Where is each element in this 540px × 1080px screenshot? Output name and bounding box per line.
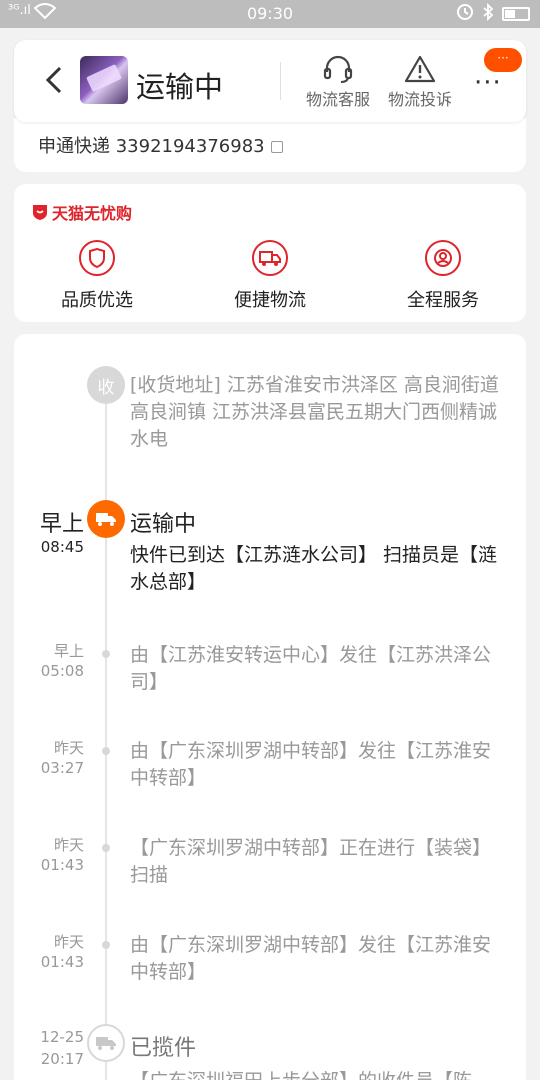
event-time: 05:08 <box>40 662 84 680</box>
event-time: 08:45 <box>40 538 84 556</box>
event-text[interactable]: 快件已到达【江苏涟水公司】 扫描员是【涟水总部】 <box>130 542 506 596</box>
event-text[interactable]: 由【广东深圳罗湖中转部】发往【江苏淮安中转部】 <box>130 738 506 792</box>
timeline-dot <box>102 844 110 852</box>
event-time: 03:27 <box>40 759 84 777</box>
address-node: 收 <box>87 366 125 404</box>
event-text[interactable]: 由【广东深圳罗湖中转部】发往【江苏淮安中转部】 <box>130 932 506 986</box>
pickup-truck-icon <box>87 1024 125 1062</box>
timeline-line <box>105 374 107 1080</box>
address-text[interactable]: [收货地址] 江苏省淮安市洪泽区 高良涧街道 高良涧镇 江苏洪泽县富民五期大门西… <box>130 372 506 453</box>
tracking-number[interactable]: 申通快递 3392194376983 <box>38 132 283 158</box>
timeline-dot <box>102 941 110 949</box>
event-time: 01:43 <box>40 953 84 971</box>
complaint-label: 物流投诉 <box>387 90 452 109</box>
event-day: 昨天 <box>53 739 84 757</box>
timeline-dot <box>102 747 110 755</box>
event-day: 早上 <box>53 642 84 660</box>
headset-icon <box>323 55 353 83</box>
support-icon <box>425 240 461 276</box>
status-bar: ³ᴳ.ıl 09:30 <box>0 0 540 28</box>
event-title: 运输中 <box>130 512 197 537</box>
event-time: 20:17 <box>40 1050 84 1068</box>
chevron-left-icon[interactable] <box>40 62 70 98</box>
tmall-logo-icon <box>33 205 47 220</box>
page-title: 运输中 <box>136 70 224 104</box>
service-item-support[interactable]: 全程服务 <box>368 240 518 312</box>
brand-label: 天猫无忧购 <box>32 200 132 224</box>
event-text[interactable]: 【广东深圳福田上步分部】的收件员【陈 <box>130 1068 506 1080</box>
product-thumbnail[interactable] <box>80 56 128 104</box>
complaint-button[interactable]: 物流投诉 <box>380 54 460 110</box>
event-day: 昨天 <box>53 836 84 854</box>
event-time: 01:43 <box>40 856 84 874</box>
divider <box>280 62 281 100</box>
timeline-dot <box>102 650 110 658</box>
shield-icon <box>79 240 115 276</box>
battery-icon <box>502 7 530 21</box>
tracking-card: 申通快递 3392194376983 <box>14 118 526 172</box>
alarm-icon <box>456 3 474 25</box>
service-card: 天猫无忧购 品质优选 便捷物流 全程服务 <box>14 184 526 322</box>
event-day: 早上 <box>39 512 84 537</box>
customer-service-button[interactable]: 物流客服 <box>298 54 378 110</box>
event-title: 已揽件 <box>130 1036 197 1061</box>
event-text[interactable]: 【广东深圳罗湖中转部】正在进行【装袋】扫描 <box>130 835 506 889</box>
service-item-quality[interactable]: 品质优选 <box>22 240 172 312</box>
service-item-label: 品质优选 <box>61 290 133 311</box>
event-day: 昨天 <box>53 933 84 951</box>
service-item-logistics[interactable]: 便捷物流 <box>195 240 345 312</box>
service-item-label: 便捷物流 <box>234 290 306 311</box>
more-icon[interactable]: ··· <box>474 68 502 98</box>
customer-service-label: 物流客服 <box>305 90 370 109</box>
warning-icon <box>404 55 436 83</box>
truck-icon <box>252 240 288 276</box>
message-badge[interactable]: ··· <box>484 48 522 72</box>
truck-icon <box>87 500 125 538</box>
copy-icon[interactable] <box>270 141 283 153</box>
header-card: 运输中 物流客服 物流投诉 ··· ··· <box>14 40 526 122</box>
event-text[interactable]: 由【江苏淮安转运中心】发往【江苏洪泽公司】 <box>130 642 506 696</box>
timeline-card: 收 [收货地址] 江苏省淮安市洪泽区 高良涧街道 高良涧镇 江苏洪泽县富民五期大… <box>14 334 526 1080</box>
service-item-label: 全程服务 <box>407 290 479 311</box>
event-day: 12-25 <box>40 1028 84 1046</box>
bluetooth-icon <box>482 2 494 25</box>
